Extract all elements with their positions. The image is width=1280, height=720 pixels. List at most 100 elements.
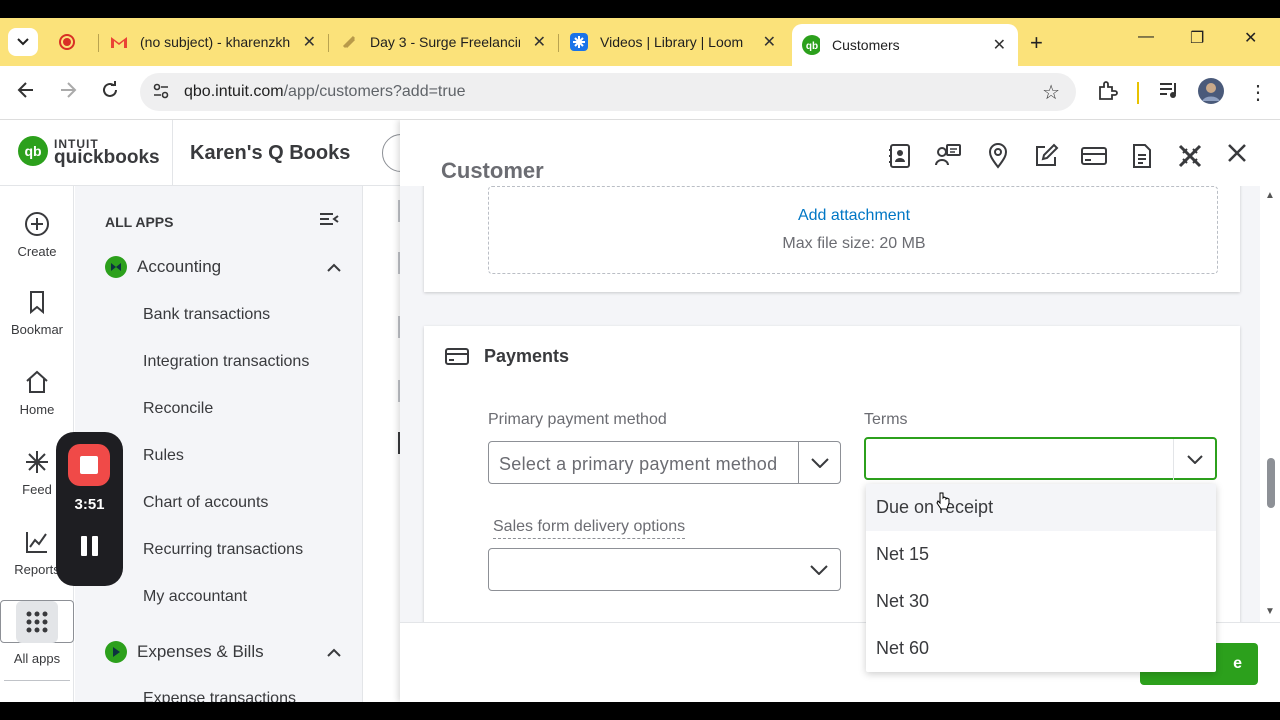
additional-info-icon[interactable] bbox=[1172, 138, 1208, 174]
logo-text: INTUIT quickbooks bbox=[54, 138, 160, 168]
rail-bookmarks[interactable]: Bookmar bbox=[0, 288, 74, 337]
rail-create[interactable]: Create bbox=[0, 210, 74, 259]
tab-customers[interactable]: qb Customers ✕ bbox=[792, 24, 1018, 66]
notes-edit-icon[interactable] bbox=[1028, 138, 1064, 174]
browser-menu-icon[interactable]: ⋮ bbox=[1248, 80, 1268, 105]
rail-label: Bookmar bbox=[10, 322, 64, 337]
svg-text:qb: qb bbox=[806, 41, 818, 52]
tab-loom[interactable]: Videos | Library | Loom ✕ bbox=[560, 24, 788, 60]
site-settings-icon[interactable] bbox=[152, 82, 170, 105]
back-icon[interactable] bbox=[16, 80, 36, 106]
terms-option-net-30[interactable]: Net 30 bbox=[866, 578, 1216, 625]
primary-payment-placeholder: Select a primary payment method bbox=[499, 454, 778, 474]
menu-item-chart-of-accounts[interactable]: Chart of accounts bbox=[143, 494, 268, 512]
profile-avatar[interactable] bbox=[1198, 78, 1224, 110]
menu-item-recurring-transactions[interactable]: Recurring transactions bbox=[143, 541, 303, 559]
window-close-icon[interactable]: ✕ bbox=[1244, 28, 1257, 48]
pause-icon bbox=[92, 536, 98, 556]
minimize-icon[interactable]: — bbox=[1138, 28, 1154, 46]
menu-header: ALL APPS bbox=[105, 214, 174, 230]
attachment-dropzone[interactable]: Add attachment Max file size: 20 MB bbox=[488, 186, 1218, 274]
mouse-cursor-icon bbox=[936, 492, 950, 510]
menu-item-integration-transactions[interactable]: Integration transactions bbox=[143, 353, 309, 371]
chevron-down-icon bbox=[17, 38, 29, 46]
expenses-icon bbox=[105, 641, 127, 663]
extensions-icon[interactable] bbox=[1096, 80, 1118, 108]
tab-close-icon[interactable]: ✕ bbox=[303, 32, 316, 52]
media-control-icon[interactable] bbox=[1158, 80, 1180, 106]
payments-card-icon[interactable] bbox=[1076, 138, 1112, 174]
tab-separator bbox=[558, 34, 559, 52]
tab-close-icon[interactable]: ✕ bbox=[993, 35, 1006, 55]
delivery-options-label[interactable]: Sales form delivery options bbox=[493, 518, 686, 539]
scroll-down-icon[interactable]: ▼ bbox=[1265, 606, 1275, 617]
background-page-edge bbox=[364, 186, 401, 702]
menu-item-expense-transactions[interactable]: Expense transactions bbox=[143, 690, 296, 702]
accounting-icon bbox=[105, 256, 127, 278]
terms-option-net-60[interactable]: Net 60 bbox=[866, 625, 1216, 672]
record-icon bbox=[58, 33, 76, 51]
contact-chat-icon[interactable] bbox=[930, 138, 966, 174]
menu-item-bank-transactions[interactable]: Bank transactions bbox=[143, 306, 270, 324]
stop-recording-button[interactable] bbox=[68, 444, 110, 486]
surge-icon bbox=[340, 33, 358, 51]
chevron-down-icon[interactable] bbox=[798, 549, 840, 590]
primary-payment-select[interactable]: Select a primary payment method bbox=[488, 441, 841, 484]
add-attachment-link[interactable]: Add attachment bbox=[489, 207, 1219, 225]
close-drawer-icon[interactable] bbox=[1226, 140, 1248, 171]
address-bar[interactable]: qbo.intuit.com/app/customers?add=true ☆ bbox=[140, 73, 1076, 111]
stop-icon bbox=[80, 456, 98, 474]
reload-icon[interactable] bbox=[100, 80, 120, 106]
tab-close-icon[interactable]: ✕ bbox=[533, 32, 546, 52]
rail-home[interactable]: Home bbox=[0, 368, 74, 417]
chevron-up-icon bbox=[327, 645, 341, 660]
recording-timer: 3:51 bbox=[74, 496, 105, 513]
drawer-scrollbar[interactable]: ▲ ▼ bbox=[1262, 186, 1280, 622]
logo-quickbooks: quickbooks bbox=[54, 147, 160, 168]
company-name: Karen's Q Books bbox=[190, 142, 351, 164]
contact-card-icon[interactable] bbox=[882, 138, 918, 174]
section-label: Expenses & Bills bbox=[137, 642, 264, 661]
tab-gmail[interactable]: (no subject) - kharenzkh ✕ bbox=[100, 24, 328, 60]
terms-option-net-15[interactable]: Net 15 bbox=[866, 531, 1216, 578]
menu-item-rules[interactable]: Rules bbox=[143, 447, 184, 465]
bookmark-star-icon[interactable]: ☆ bbox=[1042, 80, 1060, 105]
rail-label: Create bbox=[17, 244, 57, 259]
scroll-thumb[interactable] bbox=[1267, 458, 1275, 508]
location-pin-icon[interactable] bbox=[980, 138, 1016, 174]
collapse-menu-icon[interactable] bbox=[319, 212, 339, 231]
menu-item-reconcile[interactable]: Reconcile bbox=[143, 400, 213, 418]
tab-surge[interactable]: Day 3 - Surge Freelancin ✕ bbox=[330, 24, 558, 60]
scroll-up-icon[interactable]: ▲ bbox=[1265, 190, 1275, 201]
home-icon bbox=[26, 370, 48, 393]
new-tab-icon[interactable]: + bbox=[1030, 30, 1043, 56]
menu-item-my-accountant[interactable]: My accountant bbox=[143, 588, 247, 606]
feed-icon bbox=[26, 451, 48, 473]
rail-label: All apps bbox=[13, 651, 61, 666]
terms-option-due-on-receipt[interactable]: Due on receipt bbox=[866, 484, 1216, 531]
quickbooks-logo[interactable]: qb INTUIT quickbooks bbox=[18, 136, 160, 168]
rail-label: Feed bbox=[22, 482, 52, 497]
delivery-options-select[interactable] bbox=[488, 548, 841, 591]
rail-label: Reports bbox=[14, 562, 60, 577]
tab-separator bbox=[98, 34, 99, 52]
screen: (no subject) - kharenzkh ✕ Day 3 - Surge… bbox=[0, 0, 1280, 720]
forward-icon[interactable] bbox=[58, 80, 78, 106]
tab-close-icon[interactable]: ✕ bbox=[763, 32, 776, 52]
section-accounting[interactable]: Accounting bbox=[105, 256, 341, 278]
tab-label: Customers bbox=[832, 37, 900, 53]
bookmark-icon bbox=[30, 291, 44, 315]
section-expenses-bills[interactable]: Expenses & Bills bbox=[105, 641, 341, 663]
document-icon[interactable] bbox=[1124, 138, 1160, 174]
tab-search-button[interactable] bbox=[8, 28, 38, 56]
terms-select[interactable] bbox=[864, 437, 1217, 480]
chevron-down-icon[interactable] bbox=[1173, 439, 1215, 480]
pause-icon bbox=[81, 536, 87, 556]
terms-dropdown: Due on receipt Net 15 Net 30 Net 60 bbox=[866, 484, 1216, 672]
restore-icon[interactable]: ❐ bbox=[1190, 28, 1204, 48]
quickbooks-icon: qb bbox=[802, 35, 820, 55]
tab-recording[interactable] bbox=[48, 24, 98, 60]
rail-all-apps[interactable]: All apps bbox=[0, 600, 74, 666]
chevron-down-icon[interactable] bbox=[798, 442, 840, 483]
pause-recording-button[interactable] bbox=[81, 536, 99, 556]
